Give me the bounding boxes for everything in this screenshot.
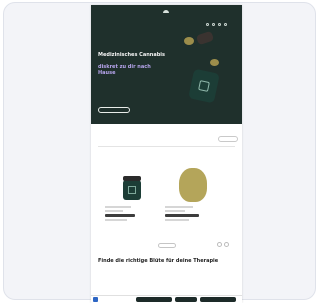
header-icons: [206, 11, 238, 26]
product-price-bar: [105, 214, 135, 217]
logo-icon: [163, 10, 169, 13]
cart-icon[interactable]: [218, 23, 221, 26]
divider: [98, 146, 235, 147]
hero-title: Medizinisches Cannabis: [98, 52, 165, 58]
jar-lid-image: [195, 30, 215, 46]
product-name-line: [165, 206, 193, 208]
cookie-button[interactable]: [200, 297, 236, 302]
cookie-button[interactable]: [136, 297, 172, 302]
jar-label: [198, 80, 210, 92]
product-meta-line: [165, 219, 189, 221]
arrow-left-icon[interactable]: [217, 242, 222, 247]
show-more-button[interactable]: [158, 243, 176, 248]
section-header: [98, 135, 238, 145]
product-meta-line: [105, 210, 123, 212]
section-button[interactable]: [218, 136, 238, 142]
product-name-line: [105, 206, 131, 208]
product-card[interactable]: [163, 168, 221, 228]
logo[interactable]: [157, 10, 175, 18]
product-price-bar: [165, 214, 199, 217]
cookie-icon: [93, 297, 98, 302]
hero-cta-button[interactable]: [98, 107, 130, 113]
hero-banner: Medizinisches Cannabis diskret zu dir na…: [91, 5, 242, 124]
jar-label: [128, 186, 136, 194]
jar-image: [123, 176, 141, 200]
flower-image: [179, 168, 207, 202]
user-icon[interactable]: [212, 23, 215, 26]
webpage: Medizinisches Cannabis diskret zu dir na…: [91, 5, 242, 303]
cookie-button[interactable]: [175, 297, 197, 302]
jar-lid: [123, 176, 141, 181]
product-meta-line: [165, 210, 185, 212]
product-image: [123, 176, 141, 200]
search-icon[interactable]: [206, 23, 209, 26]
product-card[interactable]: [103, 168, 161, 228]
product-meta-line: [105, 219, 127, 221]
carousel-arrows: [215, 232, 239, 247]
bud-image: [210, 59, 219, 66]
jar-image: [188, 68, 220, 104]
arrow-right-icon[interactable]: [224, 242, 229, 247]
hero-subtitle: diskret zu dir nach Hause: [98, 64, 151, 76]
bud-image: [184, 37, 194, 45]
section2-title: Finde die richtige Blüte für deine Thera…: [98, 258, 219, 264]
menu-icon[interactable]: [224, 23, 227, 26]
